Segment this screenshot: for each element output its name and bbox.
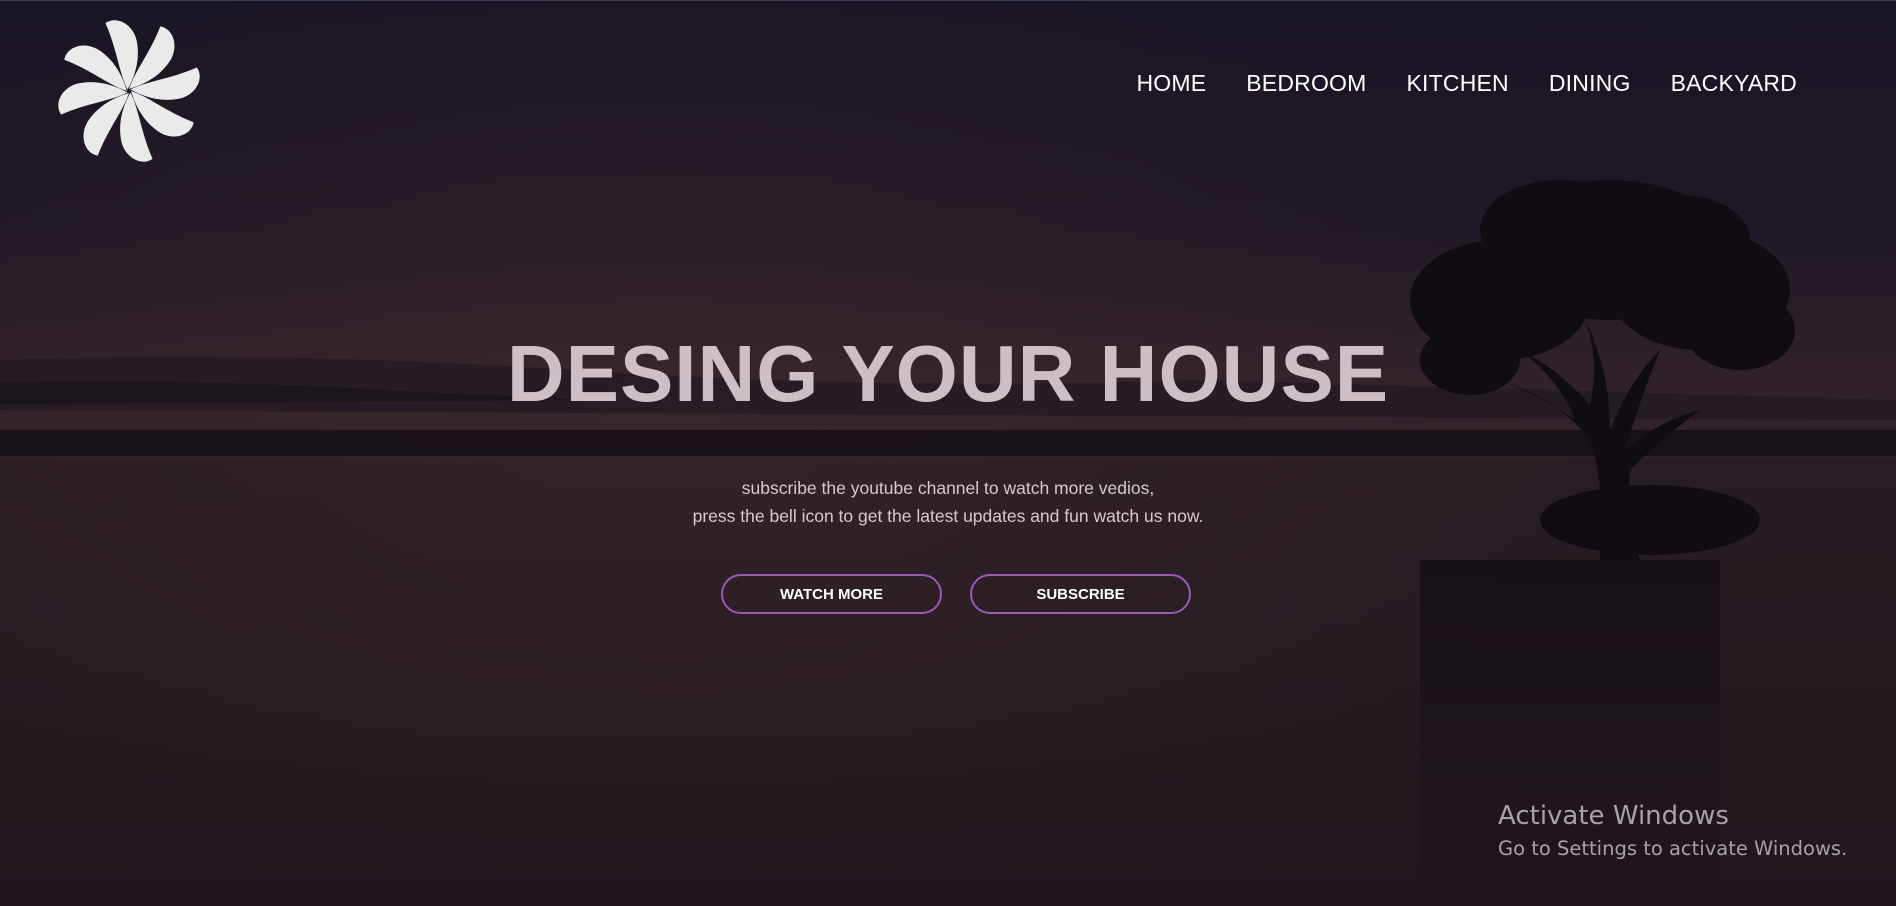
nav-item-home[interactable]: HOME	[1136, 70, 1206, 97]
nav-item-kitchen[interactable]: KITCHEN	[1407, 70, 1509, 97]
top-border	[0, 0, 1896, 1]
hero-background	[0, 0, 1896, 906]
activate-windows-watermark: Activate Windows Go to Settings to activ…	[1498, 800, 1847, 866]
nav-item-bedroom[interactable]: BEDROOM	[1246, 70, 1366, 97]
nav-item-dining[interactable]: DINING	[1549, 70, 1631, 97]
hero-buttons: WATCH MORE SUBSCRIBE	[721, 574, 1191, 614]
watch-more-button[interactable]: WATCH MORE	[721, 574, 942, 614]
nav-item-backyard[interactable]: BACKYARD	[1671, 70, 1797, 97]
main-nav: HOME BEDROOM KITCHEN DINING BACKYARD	[1136, 70, 1797, 97]
hero-title: DESING YOUR HOUSE	[506, 329, 1390, 418]
hero-subtitle-line-1: subscribe the youtube channel to watch m…	[741, 478, 1155, 498]
watermark-subtitle: Go to Settings to activate Windows.	[1498, 837, 1848, 860]
hero-subtitle-line-2: press the bell icon to get the latest up…	[692, 506, 1204, 526]
hero-subtitle: subscribe the youtube channel to watch m…	[0, 474, 1896, 530]
watermark-title: Activate Windows	[1498, 801, 1729, 831]
subscribe-button[interactable]: SUBSCRIBE	[970, 574, 1191, 614]
pinwheel-icon[interactable]	[56, 18, 202, 164]
